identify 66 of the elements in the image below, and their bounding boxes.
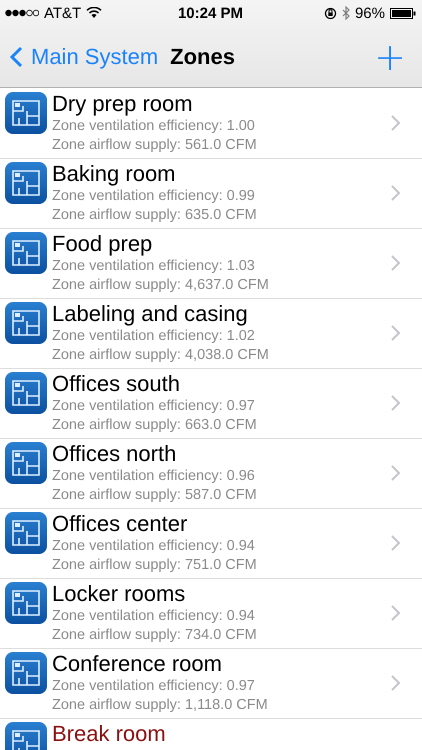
rotation-lock-icon xyxy=(324,6,337,20)
ventilation-efficiency: Zone ventilation efficiency: 0.94 xyxy=(52,607,256,626)
zone-row[interactable]: Locker rooms Zone ventilation efficiency: 0.94 Zone airflow supply: 734.0 CFM xyxy=(0,578,422,649)
zone-row[interactable]: Conference room Zone ventilation efficiency: 0.97 Zone airflow supply: 1,118.0 CFM xyxy=(0,648,422,719)
carrier-name: AT&T xyxy=(44,4,82,22)
zone-name: Conference room xyxy=(52,651,223,677)
zone-row[interactable]: Food prep Zone ventilation efficiency: 1.03 Zone airflow supply: 4,637.0 CFM xyxy=(0,228,422,299)
zone-row[interactable]: Offices north Zone ventilation efficiency: 0.96 Zone airflow supply: 587.0 CFM xyxy=(0,438,422,509)
airflow-supply: Zone airflow supply: 4,038.0 CFM xyxy=(52,346,270,365)
floor-plan-icon xyxy=(5,582,47,624)
zone-row[interactable]: Dry prep room Zone ventilation efficiency: 1.00 Zone airflow supply: 561.0 CFM xyxy=(0,88,422,159)
zone-row[interactable]: Break room xyxy=(0,718,422,750)
chevron-icon xyxy=(391,115,400,131)
ventilation-efficiency: Zone ventilation efficiency: 0.96 xyxy=(52,467,256,486)
ventilation-efficiency: Zone ventilation efficiency: 0.99 xyxy=(52,187,256,206)
airflow-supply: Zone airflow supply: 734.0 CFM xyxy=(52,626,258,645)
zone-name: Locker rooms xyxy=(52,581,186,607)
zone-name: Offices center xyxy=(52,511,188,537)
zone-name: Baking room xyxy=(52,161,177,187)
zone-name: Labeling and casing xyxy=(52,301,249,327)
ventilation-efficiency: Zone ventilation efficiency: 0.97 xyxy=(52,677,256,696)
chevron-icon xyxy=(391,395,400,411)
zone-name: Offices north xyxy=(52,441,178,467)
airflow-supply: Zone airflow supply: 1,118.0 CFM xyxy=(52,696,269,715)
battery-icon xyxy=(390,8,416,18)
chevron-icon xyxy=(391,465,400,481)
zone-row[interactable]: Offices south Zone ventilation efficiency: 0.97 Zone airflow supply: 663.0 CFM xyxy=(0,368,422,439)
floor-plan-icon xyxy=(5,512,47,554)
zone-row[interactable]: Baking room Zone ventilation efficiency: 0.99 Zone airflow supply: 635.0 CFM xyxy=(0,158,422,229)
airflow-supply: Zone airflow supply: 751.0 CFM xyxy=(52,556,258,575)
bluetooth-icon xyxy=(342,6,350,20)
chevron-icon xyxy=(391,255,400,271)
floor-plan-icon xyxy=(5,372,47,414)
chevron-icon xyxy=(391,605,400,621)
ventilation-efficiency: Zone ventilation efficiency: 1.00 xyxy=(52,117,256,136)
floor-plan-icon xyxy=(5,232,47,274)
floor-plan-icon xyxy=(5,652,47,694)
ventilation-efficiency: Zone ventilation efficiency: 1.02 xyxy=(52,327,256,346)
chevron-icon xyxy=(391,535,400,551)
screen-title: Zones xyxy=(170,44,236,70)
back-chevron-icon xyxy=(10,46,23,68)
zone-name: Offices south xyxy=(52,371,181,397)
signal-icon xyxy=(5,9,39,17)
floor-plan-icon xyxy=(5,302,47,344)
airflow-supply: Zone airflow supply: 561.0 CFM xyxy=(52,136,258,155)
zone-name: Food prep xyxy=(52,231,154,257)
ventilation-efficiency: Zone ventilation efficiency: 0.94 xyxy=(52,537,256,556)
zone-name: Break room xyxy=(52,721,167,747)
floor-plan-icon xyxy=(5,162,47,204)
airflow-supply: Zone airflow supply: 4,637.0 CFM xyxy=(52,276,270,295)
airflow-supply: Zone airflow supply: 587.0 CFM xyxy=(52,486,258,505)
zone-row[interactable]: Offices center Zone ventilation efficiency: 0.94 Zone airflow supply: 751.0 CFM xyxy=(0,508,422,579)
zone-row[interactable]: Labeling and casing Zone ventilation efficiency: 1.02 Zone airflow supply: 4,038.0 CFM xyxy=(0,298,422,369)
wifi-icon xyxy=(86,7,102,19)
battery-percent: 96% xyxy=(354,4,385,22)
clock-time: 10:24 PM xyxy=(178,4,244,22)
airflow-supply: Zone airflow supply: 663.0 CFM xyxy=(52,416,258,435)
zone-name: Dry prep room xyxy=(52,91,194,117)
floor-plan-icon xyxy=(5,92,47,134)
ventilation-efficiency: Zone ventilation efficiency: 1.03 xyxy=(52,257,256,276)
chevron-icon xyxy=(391,185,400,201)
chevron-icon xyxy=(391,675,400,691)
airflow-supply: Zone airflow supply: 635.0 CFM xyxy=(52,206,258,225)
ventilation-efficiency: Zone ventilation efficiency: 0.97 xyxy=(52,397,256,416)
chevron-icon xyxy=(391,325,400,341)
floor-plan-icon xyxy=(5,442,47,484)
